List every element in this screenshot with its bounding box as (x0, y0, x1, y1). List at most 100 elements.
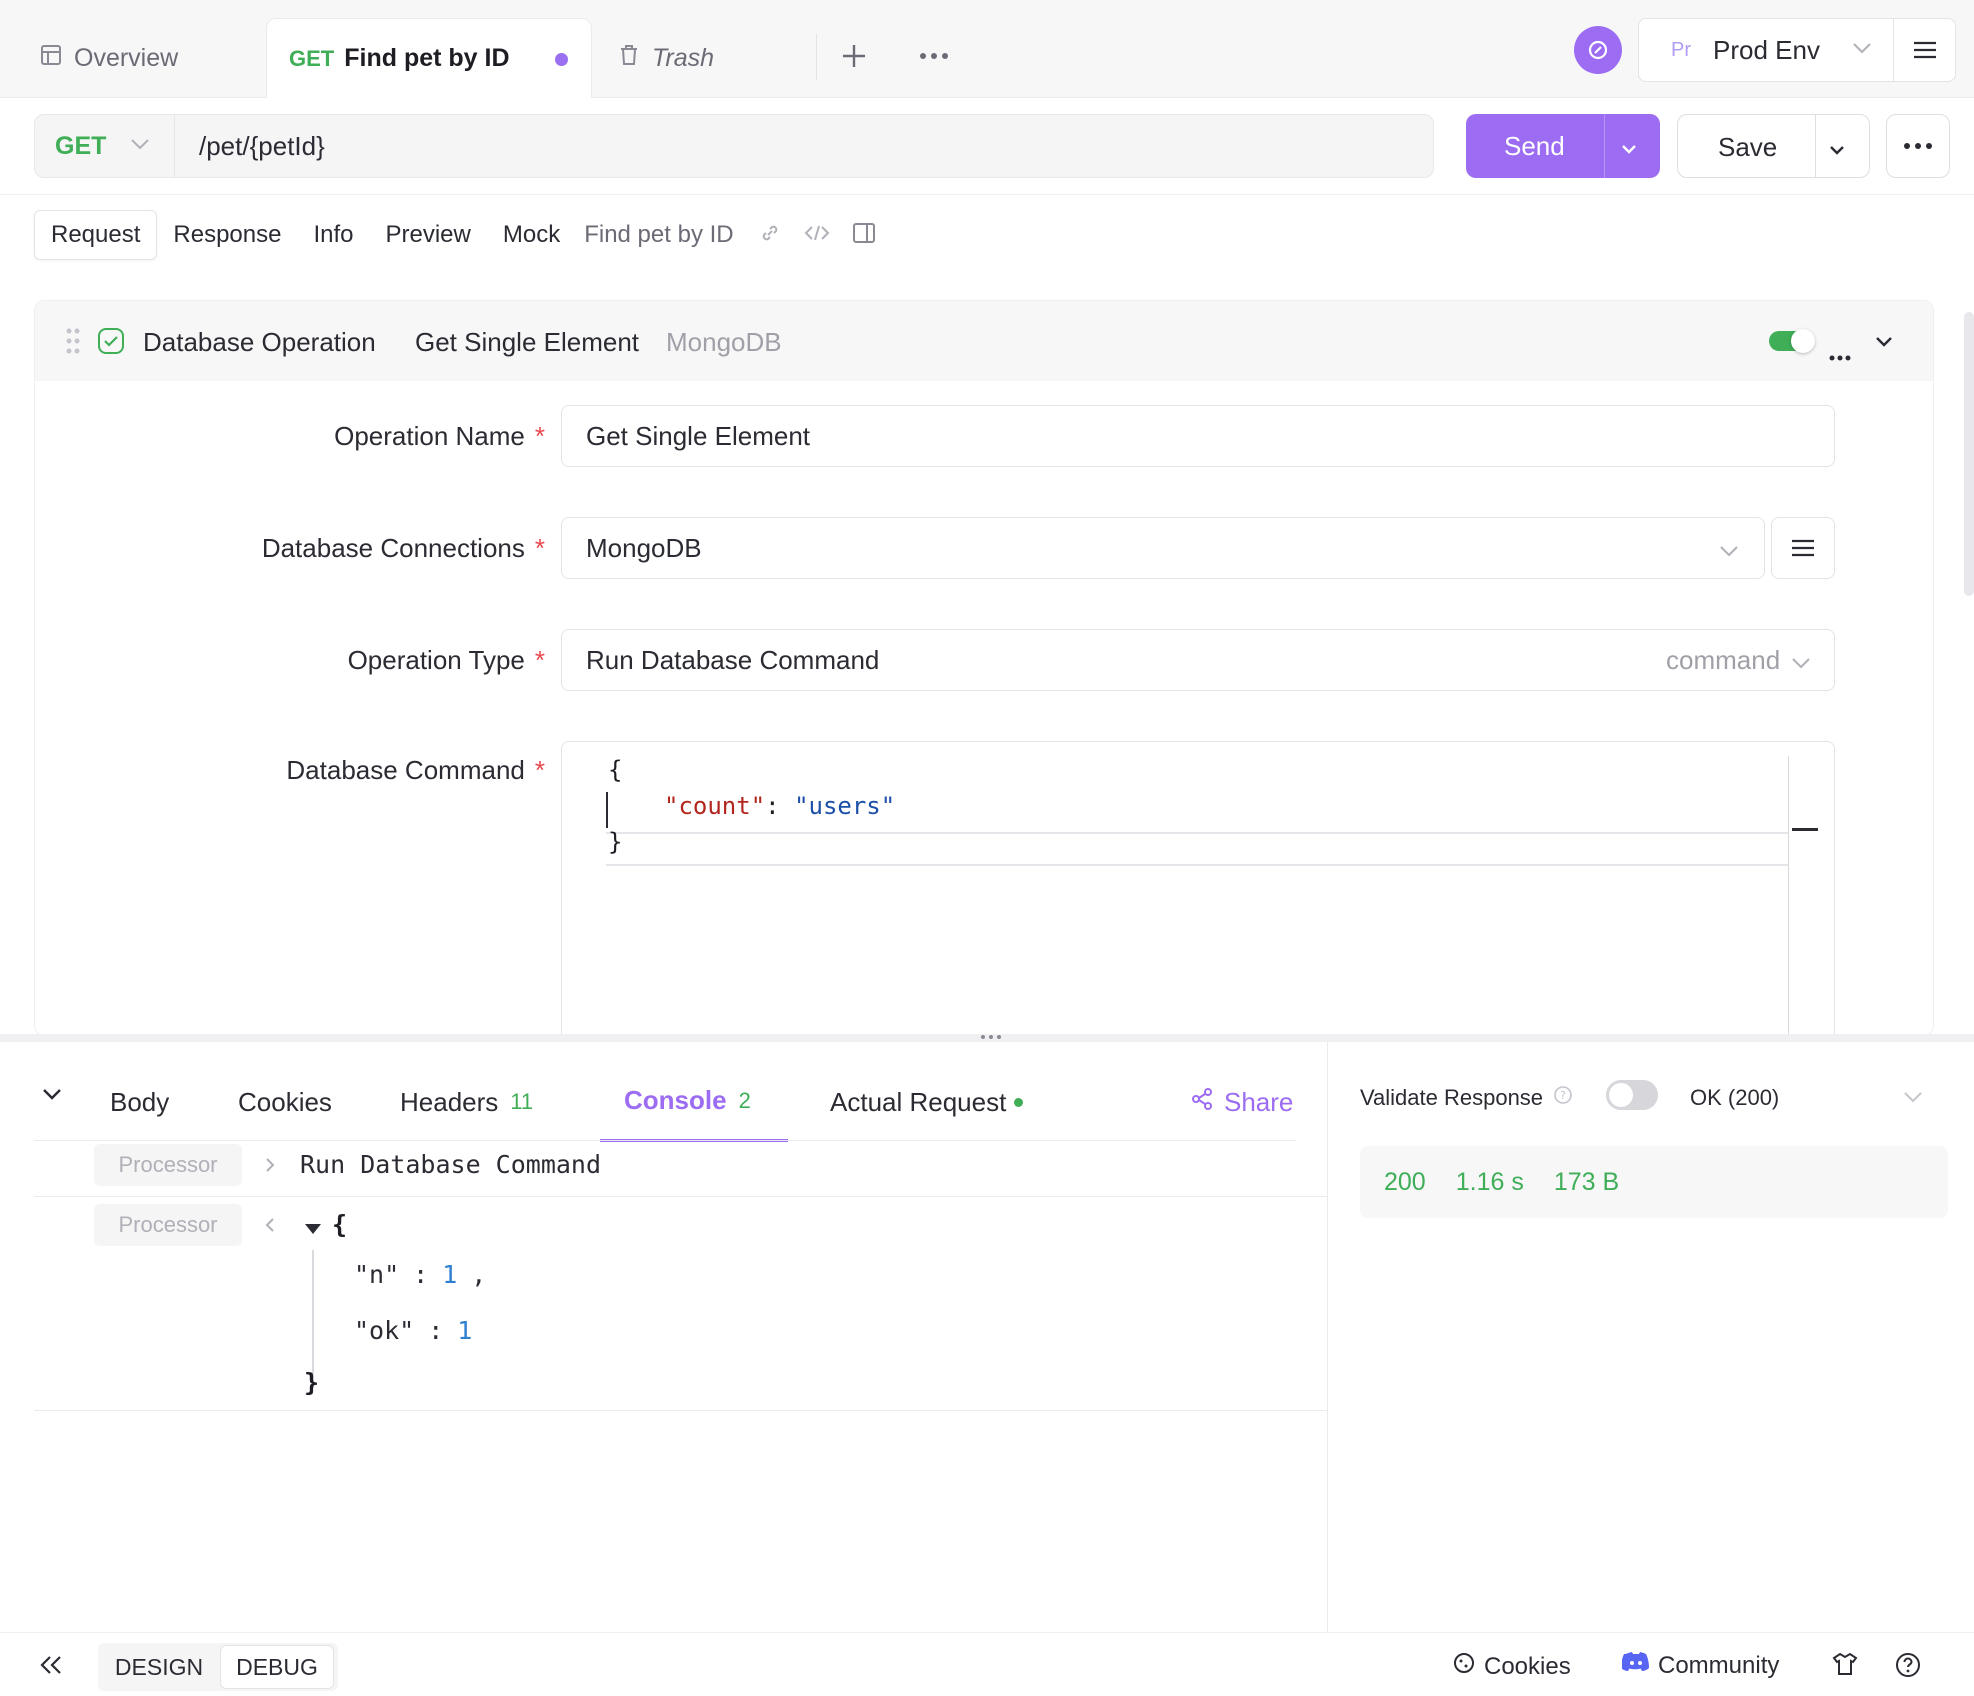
db-command-label: Database Command * (286, 755, 545, 785)
processor-name: Get Single Element (415, 327, 640, 357)
panel-toggle-icon[interactable] (852, 221, 876, 250)
collapse-chevron-icon[interactable] (40, 1082, 64, 1111)
more-icon[interactable] (1829, 337, 1851, 368)
method-value: GET (55, 131, 107, 160)
tab-headers[interactable]: Headers 11 (400, 1062, 533, 1142)
layout-icon (40, 44, 62, 73)
tab-actual-request[interactable]: Actual Request (830, 1062, 1024, 1142)
send-label: Send (1504, 131, 1565, 161)
json-line-ok: "ok":1 (354, 1316, 473, 1345)
subtab-info[interactable]: Info (297, 210, 369, 260)
scrollbar[interactable] (1964, 312, 1974, 596)
response-size: 173 B (1553, 1167, 1620, 1196)
response-time: 1.16 s (1455, 1167, 1524, 1196)
chevron-right-icon[interactable] (262, 1156, 278, 1179)
response-meta: 200 1.16 s 173 B (1360, 1146, 1948, 1218)
validate-toggle[interactable] (1606, 1080, 1658, 1110)
operation-name-label: Operation Name * (334, 420, 545, 451)
check-circle-icon (97, 327, 125, 362)
plus-icon[interactable] (836, 36, 872, 76)
divider (1893, 19, 1894, 81)
help-icon: ? (1553, 1085, 1573, 1111)
send-options-chevron-icon[interactable] (1618, 136, 1640, 167)
more-tabs-icon[interactable] (914, 36, 954, 76)
drag-handle-icon[interactable] (65, 327, 81, 362)
divider (0, 194, 1974, 195)
subtab-request[interactable]: Request (34, 210, 158, 260)
minimap-divider (1788, 756, 1789, 1035)
db-connections-select[interactable]: MongoDB (561, 517, 1765, 579)
link-icon[interactable] (758, 221, 782, 250)
code-icon[interactable] (804, 223, 830, 248)
caret-down-icon[interactable] (304, 1222, 322, 1240)
status-dot (1014, 1097, 1024, 1107)
processor-header: Database Operation Get Single Element Mo… (35, 301, 1933, 381)
collapse-sidebar-icon[interactable] (38, 1653, 64, 1682)
divider (34, 1140, 1296, 1141)
db-command-editor[interactable]: { "count": "users" } (561, 741, 1835, 1035)
divider (34, 1410, 1328, 1411)
env-name: Prod Env (1713, 35, 1820, 65)
db-connections-label: Database Connections * (261, 532, 545, 563)
current-line-highlight (606, 832, 1788, 834)
cookies-button[interactable]: Cookies (1452, 1651, 1571, 1682)
line-divider (606, 864, 1788, 866)
endpoint-title: Find pet by ID (584, 221, 734, 248)
tab-bar: Overview GET Find pet by ID Trash Pr Pro… (0, 0, 1974, 98)
tab-label: Overview (74, 43, 179, 72)
help-icon[interactable] (1894, 1651, 1922, 1684)
processor-tag: Processor (94, 1204, 242, 1246)
status-select[interactable]: OK (200) (1690, 1080, 1779, 1116)
chevron-down-icon (1790, 650, 1812, 681)
subtab-preview[interactable]: Preview (370, 210, 487, 260)
chevron-down-icon (1851, 37, 1873, 64)
community-button[interactable]: Community (1621, 1651, 1779, 1680)
env-selector[interactable]: Pr Prod Env (1638, 18, 1956, 82)
tab-body[interactable]: Body (110, 1062, 169, 1142)
env-badge: Pr (1671, 39, 1691, 61)
processor-panel: Database Operation Get Single Element Mo… (34, 300, 1934, 1036)
code-open-brace: { (608, 756, 623, 784)
minimap-slider[interactable] (1792, 828, 1818, 831)
enable-toggle[interactable] (1769, 329, 1815, 353)
url-input[interactable]: /pet/{petId} (199, 115, 325, 177)
panel-splitter[interactable] (0, 1034, 1974, 1042)
tab-label: Find pet by ID (344, 44, 510, 72)
json-close: } (304, 1368, 320, 1397)
more-options-icon[interactable] (1886, 114, 1950, 178)
menu-icon[interactable] (1895, 19, 1955, 81)
tab-label: Trash (652, 43, 715, 72)
save-options-chevron-icon[interactable] (1826, 137, 1848, 168)
tab-cookies[interactable]: Cookies (238, 1062, 332, 1142)
chevron-left-icon[interactable] (262, 1216, 278, 1239)
subtab-mock[interactable]: Mock (487, 210, 576, 260)
operation-type-select[interactable]: Run Database Command command (561, 629, 1835, 691)
tab-trash[interactable]: Trash (618, 18, 808, 98)
discord-icon (1621, 1651, 1650, 1680)
save-button[interactable]: Save (1677, 114, 1870, 178)
chevron-down-icon[interactable] (1902, 1086, 1924, 1113)
method-select[interactable]: GET (35, 115, 175, 177)
unsaved-dot (555, 53, 568, 66)
chevron-down-icon (1718, 538, 1740, 569)
send-button[interactable]: Send (1466, 114, 1660, 178)
code-close-brace: } (608, 828, 623, 856)
json-open: { (332, 1210, 348, 1239)
text-cursor (606, 792, 608, 828)
chevron-down-icon[interactable] (1873, 329, 1895, 360)
processor-title: Database Operation (143, 327, 376, 357)
subtab-response[interactable]: Response (157, 210, 297, 260)
tab-console[interactable]: Console 2 (600, 1062, 788, 1142)
code-line: "count": "users" (664, 792, 896, 820)
db-list-icon[interactable] (1771, 517, 1835, 579)
mode-design[interactable]: DESIGN (98, 1643, 220, 1691)
share-button[interactable]: Share (1190, 1062, 1293, 1142)
mode-debug[interactable]: DEBUG (220, 1645, 334, 1689)
tab-find-pet[interactable]: GET Find pet by ID (266, 18, 592, 98)
sync-icon[interactable] (1574, 26, 1622, 74)
operation-name-input[interactable]: Get Single Element (561, 405, 1835, 467)
shirt-icon[interactable] (1832, 1651, 1858, 1682)
tab-overview[interactable]: Overview (40, 18, 260, 98)
db-connection-value: MongoDB (586, 532, 702, 563)
save-label: Save (1718, 132, 1778, 162)
